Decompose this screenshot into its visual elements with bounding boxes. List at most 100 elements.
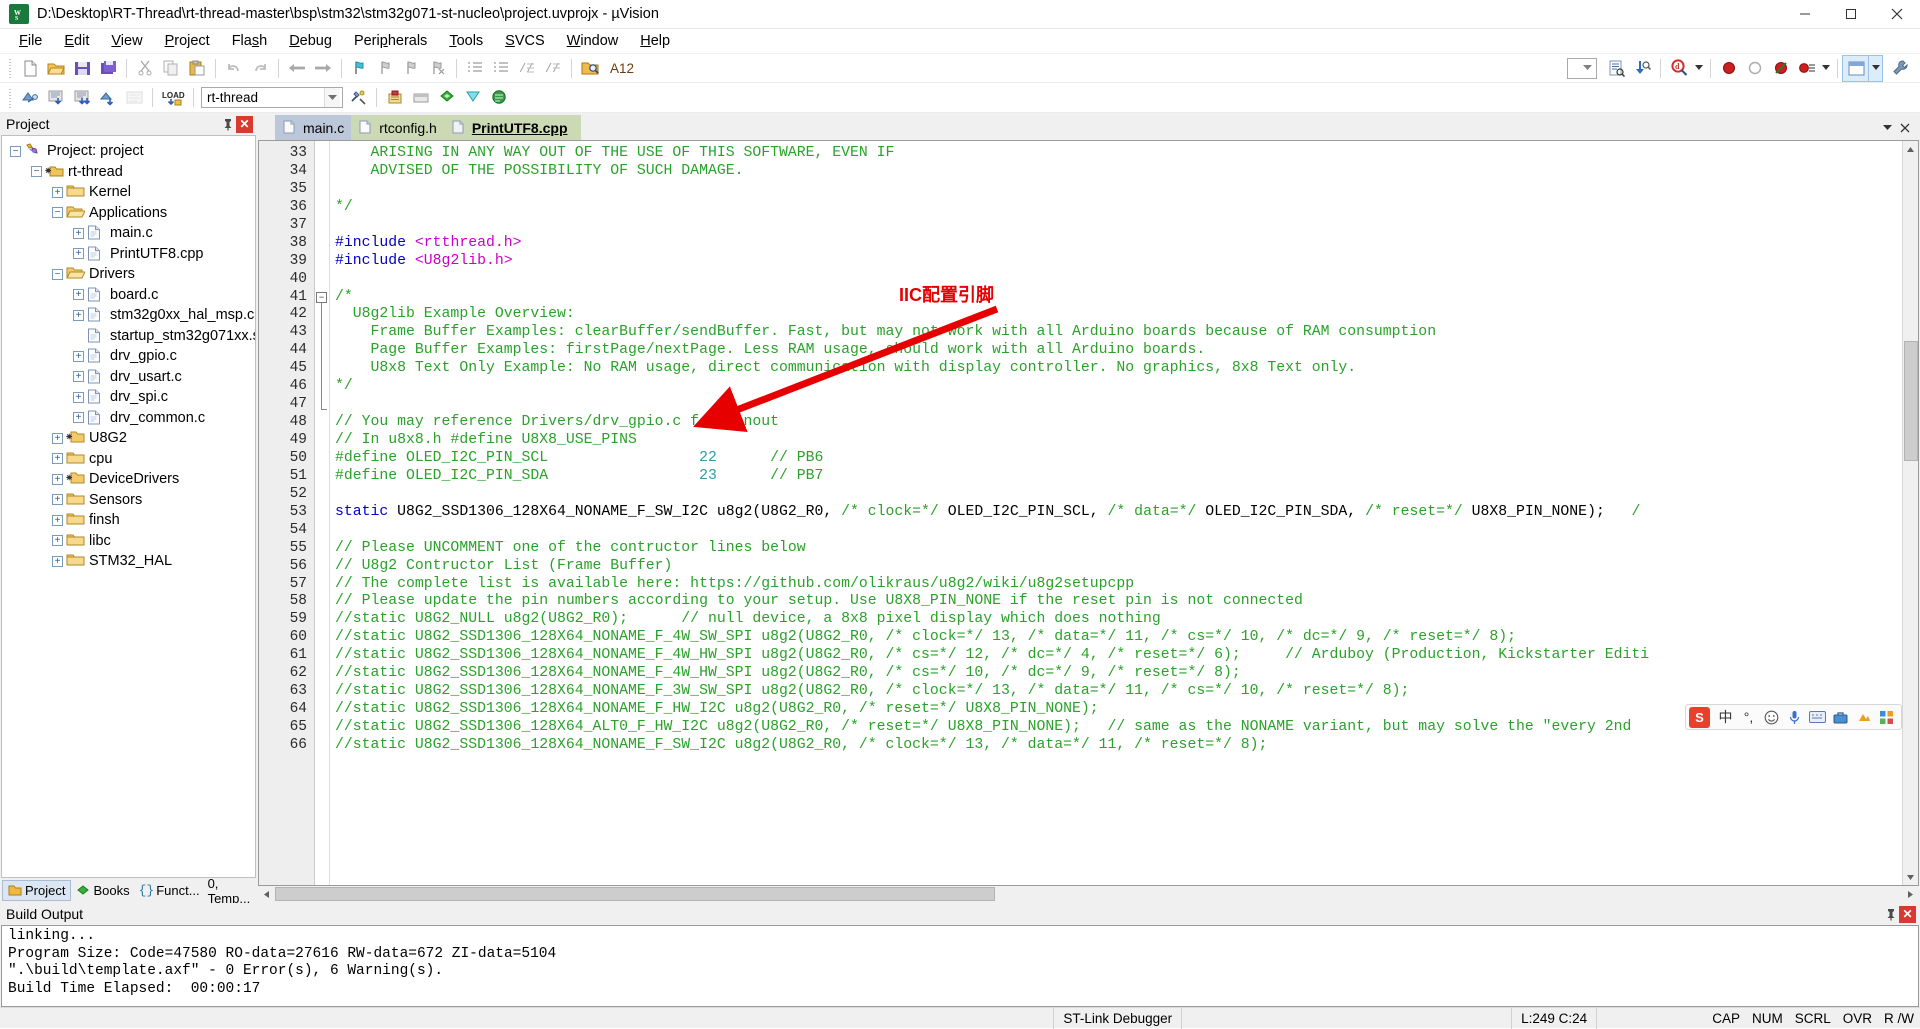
code-line[interactable]: #include <rtthread.h> [330, 235, 1902, 253]
comment-icon[interactable]: // [514, 56, 540, 81]
layout-dropdown-icon[interactable] [1868, 54, 1883, 82]
hscroll-thumb[interactable] [275, 887, 995, 901]
paste-icon[interactable] [184, 56, 210, 81]
rebuild-icon[interactable] [69, 85, 95, 110]
tree-collapse-icon[interactable]: − [52, 268, 63, 280]
tab-books[interactable]: Books [71, 880, 134, 901]
tree-item[interactable]: + STM32_HAL [2, 551, 255, 572]
tree-expand-icon[interactable]: + [73, 412, 84, 424]
code-line[interactable]: // Please UNCOMMENT one of the contructo… [330, 540, 1902, 558]
smiley-icon[interactable] [1760, 706, 1783, 728]
breakpoint-disable-icon[interactable] [1742, 56, 1768, 81]
tree-item[interactable]: + U8G2 [2, 428, 255, 449]
editor-tab-printutf8-cpp[interactable]: PrintUTF8.cpp [443, 115, 581, 140]
search-input[interactable]: A12 [605, 58, 727, 79]
code-line[interactable]: // The complete list is available here: … [330, 576, 1902, 594]
tree-item[interactable]: − Drivers [2, 264, 255, 285]
uncomment-icon[interactable]: // [540, 56, 566, 81]
toolbar-grip[interactable] [7, 57, 14, 79]
menu-project[interactable]: Project [154, 31, 221, 51]
find-replace-icon[interactable] [1629, 56, 1655, 81]
tree-item[interactable]: + DeviceDrivers [2, 469, 255, 490]
functions-icon[interactable] [460, 85, 486, 110]
pin-icon[interactable] [1882, 906, 1899, 923]
code-line[interactable]: Frame Buffer Examples: clearBuffer/sendB… [330, 324, 1902, 342]
build-icon[interactable] [43, 85, 69, 110]
toolbar-grip-2[interactable] [7, 86, 14, 109]
fold-column[interactable]: − [315, 141, 330, 885]
menu-svcs[interactable]: SVCS [494, 31, 556, 51]
code-line[interactable] [330, 522, 1902, 540]
chevron-down-icon[interactable] [324, 88, 340, 107]
tree-item[interactable]: − rt-thread [2, 162, 255, 183]
project-tree-container[interactable]: − Project: project − rt-thread + Kernel − Appli… [1, 135, 256, 878]
code-editor[interactable]: 33 34 35 36 37 38 39 40 41 42 43 44 45 46 47 48 49 50 51 52… [258, 140, 1919, 886]
code-line[interactable]: //static U8G2_SSD1306_128X64_NONAME_F_4W… [330, 647, 1902, 665]
tree-expand-icon[interactable]: + [52, 514, 63, 526]
code-line[interactable]: //static U8G2_SSD1306_128X64_ALT0_F_HW_I… [330, 719, 1902, 737]
tab-project[interactable]: Project [2, 880, 72, 901]
tree-expand-icon[interactable]: + [73, 371, 84, 383]
tree-expand-icon[interactable]: + [73, 391, 84, 403]
tree-item[interactable]: + drv_common.c [2, 408, 255, 429]
tree-collapse-icon[interactable]: − [52, 207, 63, 219]
bookmark-next-icon[interactable] [399, 56, 425, 81]
code-line[interactable]: */ [330, 378, 1902, 396]
target-select[interactable]: rt-thread [201, 87, 343, 108]
toolbox-icon[interactable] [1829, 706, 1852, 728]
tree-expand-icon[interactable]: + [73, 227, 84, 239]
redo-icon[interactable] [247, 56, 273, 81]
tree-item[interactable]: + drv_spi.c [2, 387, 255, 408]
tree-item[interactable]: + libc [2, 531, 255, 552]
ime-mode-chinese[interactable]: 中 [1714, 706, 1737, 728]
target-options-icon[interactable] [345, 85, 371, 110]
menu-help[interactable]: Help [629, 31, 681, 51]
bookmark-clear-icon[interactable] [425, 56, 451, 81]
scroll-right-arrow[interactable] [1902, 886, 1919, 903]
books-icon[interactable] [434, 85, 460, 110]
save-icon[interactable] [69, 56, 95, 81]
breakpoint-kill-icon[interactable] [1768, 56, 1794, 81]
menu-tools[interactable]: Tools [438, 31, 494, 51]
configure-icon[interactable] [1888, 56, 1914, 81]
tree-item[interactable]: + main.c [2, 223, 255, 244]
close-icon[interactable] [1896, 119, 1914, 137]
open-file-icon[interactable] [43, 56, 69, 81]
code-line[interactable]: // U8g2 Contructor List (Frame Buffer) [330, 558, 1902, 576]
stop-build-icon[interactable] [121, 85, 147, 110]
code-line[interactable]: /* [330, 289, 1902, 307]
magnifier-icon[interactable]: d [1666, 56, 1692, 81]
breakpoint-icon[interactable] [1716, 56, 1742, 81]
menu-window[interactable]: Window [556, 31, 630, 51]
cut-icon[interactable] [132, 56, 158, 81]
outdent-icon[interactable] [488, 56, 514, 81]
code-line[interactable]: #define OLED_I2C_PIN_SDA 23 // PB7 [330, 468, 1902, 486]
tree-expand-icon[interactable]: + [52, 555, 63, 567]
load-icon[interactable]: LOAD [158, 85, 188, 110]
save-all-icon[interactable] [95, 56, 121, 81]
code-line[interactable]: #include <U8g2lib.h> [330, 253, 1902, 271]
code-line[interactable]: //static U8G2_SSD1306_128X64_NONAME_F_4W… [330, 665, 1902, 683]
indent-icon[interactable] [462, 56, 488, 81]
code-line[interactable]: ADVISED OF THE POSSIBILITY OF SUCH DAMAG… [330, 163, 1902, 181]
code-line[interactable]: U8x8 Text Only Example: No RAM usage, di… [330, 360, 1902, 378]
tree-item[interactable]: + Sensors [2, 490, 255, 511]
tree-item[interactable]: + cpu [2, 449, 255, 470]
scroll-up-arrow[interactable] [1903, 141, 1918, 157]
keyboard-icon[interactable] [1806, 706, 1829, 728]
menu-edit[interactable]: Edit [53, 31, 100, 51]
code-line[interactable] [330, 217, 1902, 235]
tab-functions[interactable]: {} Funct... [135, 880, 204, 901]
code-line[interactable]: ARISING IN ANY WAY OUT OF THE USE OF THI… [330, 145, 1902, 163]
ime-toolbar[interactable]: S 中 °, [1685, 704, 1902, 730]
code-line[interactable] [330, 486, 1902, 504]
code-line[interactable]: //static U8G2_SSD1306_128X64_NONAME_F_3W… [330, 683, 1902, 701]
tree-item[interactable]: + PrintUTF8.cpp [2, 244, 255, 265]
bookmark-prev-icon[interactable] [373, 56, 399, 81]
tree-expand-icon[interactable]: + [52, 186, 63, 198]
tree-expand-icon[interactable]: + [73, 350, 84, 362]
search-dropdown[interactable] [1567, 57, 1597, 79]
pin-icon[interactable] [219, 116, 236, 133]
code-line[interactable] [330, 271, 1902, 289]
tab-templates[interactable]: 0, Temp... [204, 876, 257, 906]
